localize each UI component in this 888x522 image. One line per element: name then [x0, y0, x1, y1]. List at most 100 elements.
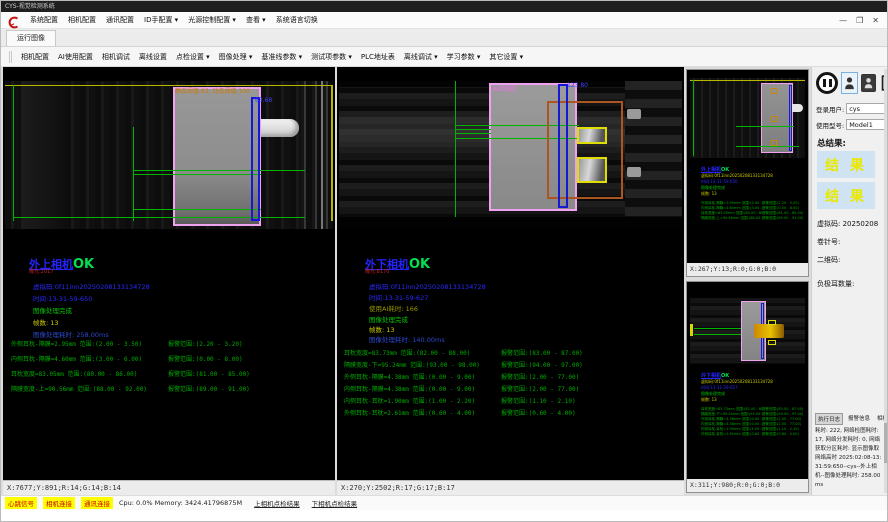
measurement-value: 耳枕宽度=83.73mm 范围:(82.00 - 88.00)	[344, 348, 501, 357]
user-icon	[844, 76, 855, 90]
heartbeat-badge: 心跳信号	[5, 497, 37, 509]
measurement-row: 内侧耳枕-隔膜=4.60mm 范围:(3.00 - 6.00) 报警范围:(0.…	[11, 354, 243, 363]
thumbnail-image	[690, 298, 805, 364]
image-texture	[625, 81, 682, 217]
tab-detect-yellow-box	[577, 127, 607, 144]
tool-offline-setting[interactable]: 离线设置	[139, 52, 167, 62]
thumbnail-view-upper[interactable]: 外上相机OK 虚拟码:0f11inn20250208133134728 时间:1…	[686, 69, 809, 277]
status-ok: OK	[73, 257, 94, 272]
tool-ai-config[interactable]: AI使用配置	[58, 52, 93, 62]
upper-camera-check-link[interactable]: 上相机点检结果	[254, 498, 300, 508]
menu-system-config[interactable]: 系统配置	[30, 15, 58, 25]
app-logo-icon	[7, 14, 20, 27]
menu-light-config[interactable]: 光源控制配置 ▾	[188, 15, 236, 25]
frame-count-text: 帧数: 13	[369, 324, 395, 334]
camera-image-upper[interactable]: 静态阈值:93, 动态阈值:100 63.68	[5, 81, 333, 229]
measurement-value: 耳枕宽度=83.05mm 范围:(80.00 - 86.00)	[11, 369, 168, 378]
side-panel: 登录用户: cys 使用型号: Model1 总结果: 结 果 结 果 虚拟码:…	[811, 67, 888, 495]
alarm-range: 报警范围:(94.00 - 97.00)	[501, 360, 583, 369]
image-texture	[627, 167, 641, 177]
login-user-label: 登录用户:	[816, 104, 844, 114]
minimize-icon[interactable]: —	[839, 16, 847, 25]
measurement-value: 隔膜宽度-上=90.56mm 范围:(88.00 - 92.00)	[11, 384, 168, 393]
tool-spot-check[interactable]: 点检设置 ▾	[176, 52, 210, 62]
barcode-text: 虚拟码:0f11inn20250208133134728	[369, 281, 486, 291]
pixel-coordinate-readout: X:311;Y:980;R:0;G:0;B:0	[687, 479, 808, 492]
measure-value-overlay: 63.68	[255, 97, 272, 104]
qr-code-label: 二维码:	[817, 255, 840, 265]
cpu-memory-readout: Cpu: 0.0% Memory: 3424.41796875M	[119, 499, 242, 507]
ai-region-label: AI检测区	[493, 84, 517, 93]
measure-roi-blue	[251, 97, 260, 221]
image-texture	[321, 81, 323, 229]
tool-plc-table[interactable]: PLC地址表	[361, 52, 395, 62]
camera-panel-lower: AI检测区 123.80 外下相机OK 曝光:8170 虚拟码:0f11inn2…	[337, 67, 684, 495]
lower-camera-check-link[interactable]: 下相机点检结果	[312, 498, 358, 508]
login-user-row: 登录用户: cys	[816, 103, 885, 114]
frame-count-text: 帧数: 13	[33, 317, 59, 327]
thumbnail-result-text: 外上相机OK 虚拟码:0f11inn20250208133134728 时间:1…	[701, 166, 806, 262]
alarm-range: 报警范围:(1.10 - 2.10)	[501, 396, 576, 405]
overlay-green-line	[455, 81, 456, 219]
measurement-value: 外侧耳枕-隔膜=4.38mm 范围:(0.00 - 9.00)	[344, 372, 501, 381]
measurement-row: 隔膜宽度-上=90.56mm 范围:(88.00 - 92.00) 报警范围:(…	[11, 384, 250, 393]
measurement-value: 内侧耳枕-隔膜=4.60mm 范围:(3.00 - 6.00)	[11, 354, 168, 363]
close-icon[interactable]: ✕	[872, 16, 879, 25]
toolbar-grip[interactable]	[9, 51, 12, 63]
log-tab-alarm[interactable]: 报警信息	[846, 413, 872, 425]
comm-connect-badge: 通讯连接	[81, 497, 113, 509]
overlay-green-line	[455, 133, 491, 134]
pause-button[interactable]	[816, 72, 838, 94]
overlay-green-line	[133, 170, 305, 171]
title-bar: CYS-视觉检测系统	[1, 1, 887, 12]
menu-view[interactable]: 查看 ▾	[246, 15, 266, 25]
operator-button[interactable]	[861, 74, 876, 92]
alarm-range: 报警范围:(83.00 - 87.00)	[501, 348, 583, 357]
measurement-value: 内侧耳枕-耳枕=1.90mm 范围:(1.00 - 2.20)	[344, 396, 501, 405]
tool-learn-params[interactable]: 学习参数 ▾	[447, 52, 481, 62]
tool-image-process[interactable]: 图像处理 ▾	[219, 52, 253, 62]
measurement-value: 外侧耳枕-耳枕=2.61mm 范围:(0.60 - 4.00)	[344, 408, 501, 417]
elapsed-text: 图像处理耗时: 258.00ms	[33, 329, 109, 339]
measure-roi-blue	[558, 84, 568, 208]
pixel-coordinate-readout: X:7677;Y:891;R:14;G:14;B:14	[3, 480, 335, 495]
model-input[interactable]: Model1	[846, 119, 885, 130]
time-text: 时间:13-31-59-627	[369, 292, 428, 302]
menu-comm-config[interactable]: 通讯配置	[106, 15, 134, 25]
pixel-coordinate-readout: X:270;Y:2502;R:17;G:17;B:17	[337, 480, 684, 495]
menu-camera-config[interactable]: 相机配置	[68, 15, 96, 25]
login-user-input[interactable]: cys	[846, 103, 885, 114]
alarm-range: 报警范围:(0.60 - 4.00)	[501, 408, 576, 417]
tool-offline-debug[interactable]: 离线调试 ▾	[404, 52, 438, 62]
barcode-text: 虚拟码:0f11inn20250208133134728	[33, 281, 150, 291]
maximize-icon[interactable]: ❐	[856, 16, 863, 25]
tool-other-setting[interactable]: 其它设置 ▾	[489, 52, 523, 62]
tool-camera-debug[interactable]: 相机调试	[102, 52, 130, 62]
thumbnail-result-text: 外下相机OK 虚拟码:0f11inn20250208133134728 时间:1…	[701, 372, 806, 476]
tab-run-image[interactable]: 运行图像	[6, 30, 56, 46]
menu-id-config[interactable]: ID手配置 ▾	[144, 15, 178, 25]
camera-image-lower[interactable]: AI检测区 123.80	[339, 81, 682, 229]
result-box-lower: 结 果	[817, 182, 875, 209]
pixel-coordinate-readout: X:267;Y:13;R:0;G:0;B:0	[687, 263, 808, 276]
main-area: 静态阈值:93, 动态阈值:100 63.68 外上相机OK 曝光:2017 虚…	[1, 67, 887, 495]
alarm-range: 报警范围:(2.00 - 77.00)	[501, 372, 579, 381]
thumbnail-image	[690, 78, 805, 158]
time-text: 时间:13-31-59-650	[33, 293, 92, 303]
measurement-row: 隔膜宽度-下=95.24mm 范围:(93.00 - 98.00) 报警范围:(…	[344, 360, 583, 369]
login-user-button[interactable]	[841, 72, 858, 94]
overlay-green-line	[13, 85, 14, 221]
window-title: CYS-视觉检测系统	[5, 3, 55, 10]
alarm-range: 报警范围:(2.20 - 3.20)	[168, 339, 243, 348]
measurement-value: 隔膜宽度-下=95.24mm 范围:(93.00 - 98.00)	[344, 360, 501, 369]
tool-camera-config[interactable]: 相机配置	[21, 52, 49, 62]
thumbnail-view-lower[interactable]: 外下相机OK 虚拟码:0f11inn20250208133134728 时间:1…	[686, 281, 809, 493]
log-tab-run[interactable]: 执行日志	[815, 413, 843, 425]
tool-test-params[interactable]: 测试项参数 ▾	[311, 52, 352, 62]
elapsed-text: 图像处理耗时: 140.00ms	[369, 334, 445, 344]
scrollbar-thumb[interactable]	[884, 423, 888, 463]
menu-language[interactable]: 系统语言切换	[276, 15, 318, 25]
log-scrollbar[interactable]	[884, 69, 888, 493]
tool-baseline-params[interactable]: 基准线参数 ▾	[261, 52, 302, 62]
tab-blob	[261, 119, 299, 137]
